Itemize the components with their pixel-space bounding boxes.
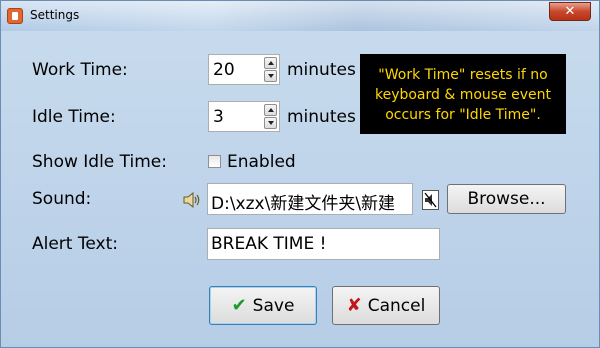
sound-path-input[interactable]: D:\xzx\新建文件夹\新建	[207, 183, 413, 215]
x-icon: ✘	[346, 295, 362, 316]
show-idle-time-label: Show Idle Time:	[32, 152, 167, 172]
work-time-label: Work Time:	[32, 60, 128, 80]
work-time-increment-button[interactable]	[264, 57, 277, 69]
check-icon: ✔	[231, 295, 247, 316]
app-icon	[7, 8, 23, 24]
work-time-spinner[interactable]: 20	[208, 54, 280, 85]
idle-time-tooltip: "Work Time" resets if no keyboard & mous…	[360, 54, 566, 134]
sound-label: Sound:	[32, 189, 92, 209]
cancel-button[interactable]: ✘ Cancel	[332, 286, 440, 325]
close-button[interactable]: ✕	[549, 2, 591, 21]
alert-text-input[interactable]: BREAK TIME !	[207, 228, 440, 260]
work-time-decrement-button[interactable]	[264, 70, 277, 82]
idle-time-increment-button[interactable]	[264, 104, 277, 116]
mute-icon[interactable]	[422, 190, 439, 210]
show-idle-enabled-label[interactable]: Enabled	[227, 152, 296, 172]
tooltip-line-3: occurs for "Idle Time".	[385, 107, 541, 123]
alert-text-label: Alert Text:	[32, 234, 118, 254]
work-time-spin-buttons	[264, 57, 277, 82]
idle-time-label: Idle Time:	[32, 107, 116, 127]
save-button-label: Save	[252, 295, 295, 316]
speaker-icon[interactable]	[183, 192, 201, 208]
mute-glyph-icon	[424, 192, 437, 208]
tooltip-line-2: keyboard & mouse event	[374, 87, 552, 103]
show-idle-enabled-checkbox[interactable]	[208, 155, 221, 168]
title-bar[interactable]: Settings ✕	[1, 1, 599, 31]
window-title: Settings	[30, 8, 80, 22]
browse-button[interactable]: Browse...	[447, 184, 566, 214]
work-time-unit: minutes	[287, 60, 356, 80]
idle-time-unit: minutes	[287, 107, 356, 127]
idle-time-decrement-button[interactable]	[264, 117, 277, 129]
tooltip-line-1: "Work Time" resets if no	[378, 67, 548, 83]
save-button[interactable]: ✔ Save	[209, 286, 317, 325]
idle-time-spinner[interactable]: 3	[208, 101, 280, 132]
idle-time-spin-buttons	[264, 104, 277, 129]
work-time-input[interactable]: 20	[213, 60, 235, 80]
idle-time-input[interactable]: 3	[213, 107, 224, 127]
cancel-button-label: Cancel	[367, 295, 426, 316]
